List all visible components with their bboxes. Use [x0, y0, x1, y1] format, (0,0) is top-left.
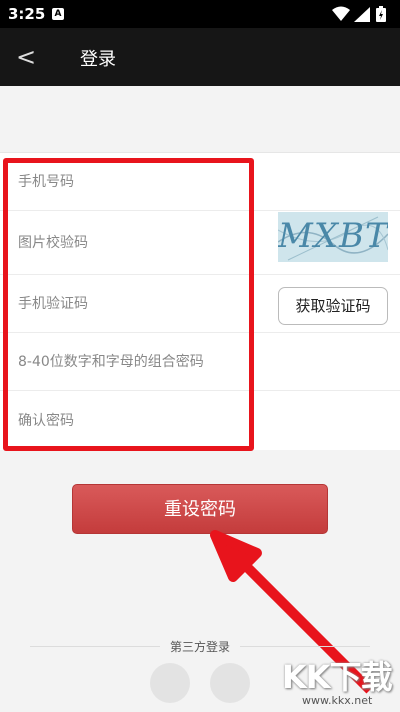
- notification-icon: A: [52, 8, 64, 20]
- phone-input[interactable]: [18, 153, 244, 210]
- captcha-text: MXBT: [278, 216, 388, 256]
- confirm-password-row: [0, 391, 400, 451]
- captcha-image[interactable]: MXBT: [278, 212, 388, 262]
- signal-icon: [354, 7, 370, 22]
- password-input[interactable]: [18, 333, 244, 390]
- wifi-icon: [332, 6, 350, 21]
- status-icons: [332, 6, 392, 22]
- page-title: 登录: [80, 49, 116, 70]
- social-login-button[interactable]: [210, 663, 250, 703]
- phone-row: [0, 153, 400, 211]
- sms-code-input[interactable]: [18, 275, 244, 332]
- app-bar: < 登录: [0, 28, 400, 86]
- password-row: [0, 333, 400, 391]
- back-button[interactable]: <: [16, 42, 46, 72]
- confirm-password-input[interactable]: [18, 391, 244, 451]
- third-party-label: 第三方登录: [160, 638, 240, 656]
- watermark: KK下载 www.kkx.net: [282, 652, 397, 710]
- status-time: 3:25: [8, 5, 46, 23]
- watermark-url: www.kkx.net: [302, 694, 373, 707]
- battery-icon: [376, 6, 386, 22]
- social-login-button[interactable]: [150, 663, 190, 703]
- status-bar: 3:25 A: [0, 0, 400, 28]
- captcha-input[interactable]: [18, 211, 244, 274]
- get-code-button[interactable]: 获取验证码: [278, 287, 388, 325]
- watermark-brand: KK下载: [282, 658, 393, 696]
